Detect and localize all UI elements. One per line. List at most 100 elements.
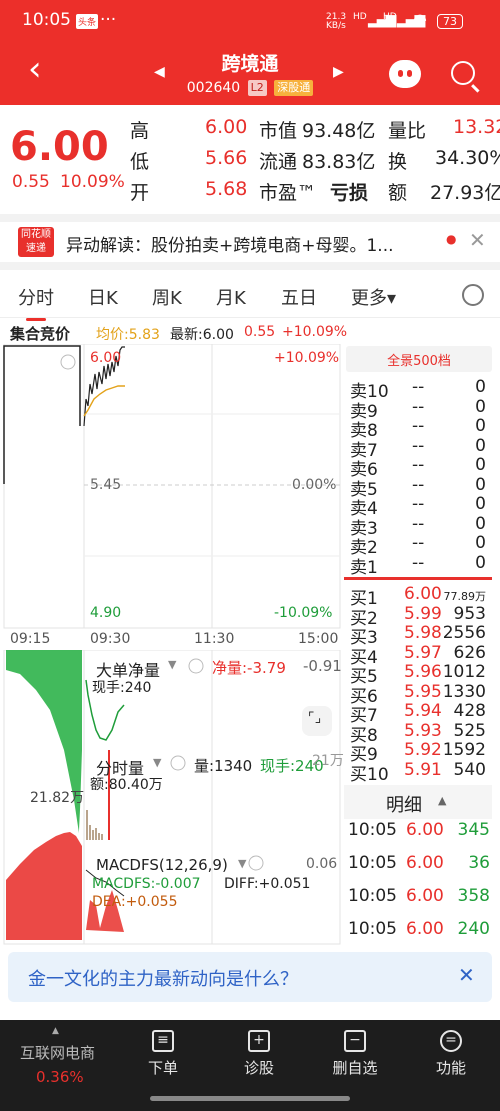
ask-row[interactable]: 卖2 -- 0 xyxy=(346,533,492,558)
sort-up-icon[interactable]: ▲ xyxy=(438,794,446,807)
remove-watchlist-label: 删自选 xyxy=(332,1059,378,1077)
trade-price: 6.00 xyxy=(406,886,444,906)
ask-row[interactable]: 卖4 -- 0 xyxy=(346,494,492,519)
status-time: 10:05 xyxy=(22,10,71,30)
help-icon[interactable] xyxy=(188,658,204,674)
bid-row[interactable]: 买7 5.94 428 xyxy=(346,701,492,726)
bid-row[interactable]: 买3 5.98 2556 xyxy=(346,623,492,648)
tab-five-day[interactable]: 五日 xyxy=(281,284,317,310)
news-banner[interactable]: 同花顺 速递 异动解读：股份拍卖+跨境电商+母婴。1... ● ✕ xyxy=(0,222,500,262)
auction-volume-label: 21.82万 xyxy=(30,790,85,806)
ai-question-bar[interactable]: 金一文化的主力最新动向是什么？ ✕ xyxy=(8,952,492,1002)
battery-icon: 73 xyxy=(437,14,463,29)
help-icon[interactable] xyxy=(60,354,76,370)
tab-monthly-k[interactable]: 月K xyxy=(216,284,246,310)
ask-row[interactable]: 卖6 -- 0 xyxy=(346,455,492,480)
bid-row[interactable]: 买6 5.95 1330 xyxy=(346,682,492,707)
diagnose-button[interactable]: + 诊股 xyxy=(219,1030,299,1078)
bid-price: 5.96 xyxy=(404,662,442,682)
ask-row[interactable]: 卖10 -- 0 xyxy=(346,377,492,402)
volratio-value: 13.32 xyxy=(453,116,500,138)
chart-change: 0.55 xyxy=(244,324,276,340)
order-label: 下单 xyxy=(147,1059,178,1077)
functions-button[interactable]: = 功能 xyxy=(411,1030,491,1078)
tab-weekly-k[interactable]: 周K xyxy=(152,284,182,310)
trade-detail-row[interactable]: 10:05 6.00 345 xyxy=(346,820,492,844)
ask-volume: 0 xyxy=(475,435,486,456)
trade-time: 10:05 xyxy=(348,820,397,840)
tab-intraday[interactable]: 分时 xyxy=(18,284,54,321)
trade-detail-row[interactable]: 10:05 6.00 240 xyxy=(346,919,492,943)
dropdown-icon[interactable]: ▼ xyxy=(153,756,161,769)
float-label: 流通 xyxy=(259,151,298,173)
search-icon[interactable] xyxy=(451,61,475,85)
order-button[interactable]: ≡ 下单 xyxy=(123,1030,203,1078)
tab-more[interactable]: 更多▾ xyxy=(351,284,396,310)
bid-row[interactable]: 买4 5.97 626 xyxy=(346,643,492,668)
ask-price: -- xyxy=(412,513,425,534)
big-order-right-value: -0.91 xyxy=(303,657,342,675)
level-badge: L2 xyxy=(247,80,267,96)
ask-label: 卖1 xyxy=(350,557,378,578)
app-header: 10:05 头条 ··· 21.3 KB/s HD ▂▄▆ HD ▂▄▆ ◠ 7… xyxy=(0,0,500,105)
ask-price: -- xyxy=(412,435,425,456)
ask-row[interactable]: 卖1 -- 0 xyxy=(346,552,492,578)
chart-settings-icon[interactable] xyxy=(462,284,484,306)
ask-row[interactable]: 卖7 -- 0 xyxy=(346,435,492,461)
ask-row[interactable]: 卖5 -- 0 xyxy=(346,475,492,500)
bid-price: 5.93 xyxy=(404,720,442,741)
bid-volume: 428 xyxy=(453,701,486,721)
trade-detail-row[interactable]: 10:05 6.00 358 xyxy=(346,886,492,910)
low-value: 5.66 xyxy=(205,147,248,169)
amount-label: 额 xyxy=(388,182,408,204)
ask-volume: 0 xyxy=(475,533,486,553)
bid-row[interactable]: 买9 5.92 1592 xyxy=(346,740,492,765)
remove-watchlist-button[interactable]: − 删自选 xyxy=(315,1030,395,1078)
macd-right-value: 0.06 xyxy=(306,856,338,872)
ask-row[interactable]: 卖3 -- 0 xyxy=(346,513,492,539)
ask-row[interactable]: 卖8 -- 0 xyxy=(346,416,492,441)
close-icon[interactable]: ✕ xyxy=(469,228,486,252)
bid-row[interactable]: 买8 5.93 525 xyxy=(346,720,492,746)
ask-price: -- xyxy=(412,455,425,475)
news-unread-dot-icon: ● xyxy=(446,232,457,246)
panorama-button[interactable]: 全景500档 xyxy=(346,346,492,372)
bid-label: 买10 xyxy=(350,764,389,785)
price-change-pct: 10.09% xyxy=(60,172,125,192)
net-speed: 21.3 KB/s xyxy=(326,12,347,31)
bid-volume: 540 xyxy=(453,759,486,780)
next-stock-arrow-icon[interactable]: ▶ xyxy=(333,64,344,80)
details-header[interactable]: 明细 ▲ xyxy=(344,785,492,819)
ask-price: -- xyxy=(412,494,425,514)
sector-name[interactable]: 互联网电商 xyxy=(20,1042,95,1063)
pe-value: 亏损 xyxy=(330,182,369,204)
close-icon[interactable]: ✕ xyxy=(458,963,475,987)
dropdown-icon[interactable]: ▼ xyxy=(238,857,246,870)
bid-row[interactable]: 买10 5.91 540 xyxy=(346,759,492,785)
diagnose-label: 诊股 xyxy=(243,1059,274,1077)
bid-volume: 1012 xyxy=(442,662,486,682)
ai-robot-icon[interactable] xyxy=(389,60,421,88)
bid-row[interactable]: 买2 5.99 953 xyxy=(346,604,492,629)
dropdown-icon[interactable]: ▼ xyxy=(168,658,176,671)
macd-title[interactable]: MACDFS(12,26,9) xyxy=(96,856,228,874)
help-icon[interactable] xyxy=(170,755,186,771)
stock-code: 002640 xyxy=(186,80,241,96)
bid-row[interactable]: 买1 6.00 77.89万 xyxy=(346,584,492,609)
trade-detail-row[interactable]: 10:05 6.00 36 xyxy=(346,853,492,877)
expand-up-icon[interactable]: ▲ xyxy=(52,1026,59,1036)
price-change: 0.55 xyxy=(12,172,50,192)
bid-row[interactable]: 买5 5.96 1012 xyxy=(346,662,492,687)
divider xyxy=(0,262,500,270)
big-order-net: 净量:-3.79 xyxy=(212,659,286,677)
auction-line xyxy=(3,345,81,484)
ask-volume: 0 xyxy=(475,552,486,573)
quote-panel: 6.00 0.55 10.09% 高 6.00 低 5.66 开 5.68 市值… xyxy=(0,106,500,214)
high-value: 6.00 xyxy=(205,116,248,138)
chart-change-pct: +10.09% xyxy=(282,324,348,340)
help-icon[interactable] xyxy=(248,855,264,871)
ask-row[interactable]: 卖9 -- 0 xyxy=(346,397,492,422)
tab-daily-k[interactable]: 日K xyxy=(88,284,118,310)
bid-price: 5.98 xyxy=(404,623,442,643)
time-volume-right: 21万 xyxy=(312,753,344,769)
